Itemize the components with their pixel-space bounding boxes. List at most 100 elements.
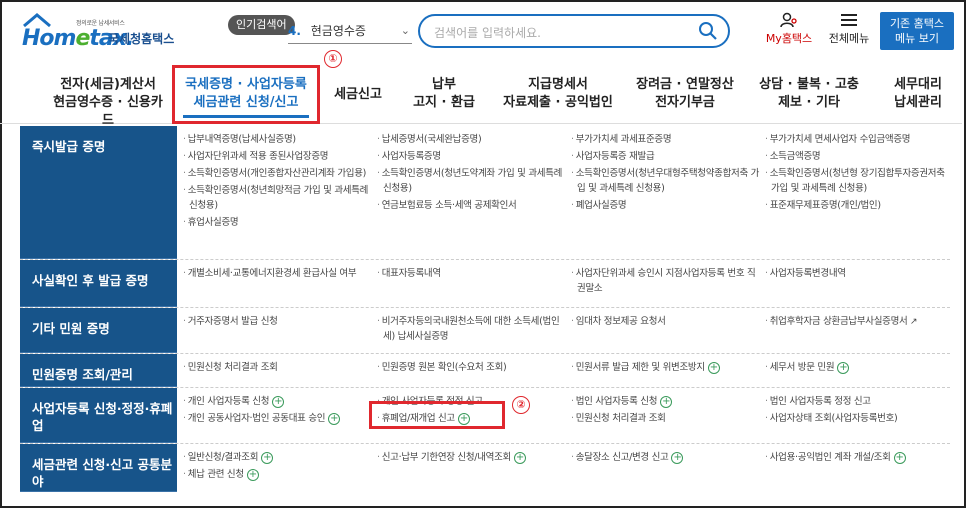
- expand-plus-icon[interactable]: +: [893, 452, 906, 464]
- menu-link[interactable]: 폐업사실증명: [571, 198, 761, 213]
- menu-link[interactable]: 체납 관련 신청+: [183, 467, 373, 482]
- menu-link[interactable]: 부가가치세 면세사업자 수입금액증명: [765, 132, 955, 147]
- full-menu-button[interactable]: 전체메뉴: [822, 12, 876, 52]
- column: 신고·납부 기한연장 신청/내역조회+: [377, 450, 567, 467]
- expand-plus-icon[interactable]: +: [837, 362, 850, 374]
- menu-link[interactable]: 납부내역증명(납세사실증명): [183, 132, 373, 147]
- menu-link[interactable]: 송달장소 신고/변경 신고+: [571, 450, 761, 465]
- menu-link[interactable]: 소득확인증명서(청년도약계좌 가입 및 과세특례 신청용): [377, 166, 567, 196]
- menu-link[interactable]: 거주자증명서 발급 신청: [183, 314, 373, 329]
- menu-link-label: 개인 사업자등록 신청: [187, 396, 270, 407]
- menu-link[interactable]: 휴업사실증명: [183, 215, 373, 230]
- hamburger-icon: [841, 14, 857, 26]
- expand-plus-icon[interactable]: +: [513, 452, 526, 464]
- menu-link[interactable]: 민원신청 처리결과 조회: [571, 411, 761, 426]
- search-placeholder: 검색어를 입력하세요.: [434, 26, 541, 40]
- column: 개별소비세·교통에너지환경세 환급사실 여부: [183, 266, 373, 283]
- column: 부가가치세 과세표준증명 사업자등록증 재발급 소득확인증명서(청년우대형주택청…: [571, 132, 761, 215]
- my-hometax-button[interactable]: My홈택스: [762, 12, 816, 52]
- table-row: 즉시발급 증명 납부내역증명(납세사실증명) 사업자단위과세 적용 종된사업장증…: [20, 126, 950, 260]
- menu-link[interactable]: 세무서 방문 민원+: [765, 360, 955, 375]
- expand-plus-icon[interactable]: +: [660, 396, 673, 408]
- old-hometax-menu-button[interactable]: 기존 홈택스 메뉴 보기: [880, 12, 954, 50]
- column: 임대차 정보제공 요청서: [571, 314, 761, 331]
- menu-link[interactable]: 민원신청 처리결과 조회: [183, 360, 373, 375]
- category-label: 사실확인 후 발급 증명: [20, 260, 177, 307]
- table-row: 세금관련 신청·신고 공통분야 일반신청/결과조회+ 체납 관련 신청+ 신고·…: [20, 444, 950, 492]
- menu-link[interactable]: 사업자단위과세 승인시 지점사업자등록 번호 직권말소: [571, 266, 761, 296]
- menu-link-label: 송달장소 신고/변경 신고: [575, 452, 669, 463]
- hometax-logo[interactable]: 정의로운 납세서비스 Hometax. 국세청홈택스: [18, 12, 188, 52]
- menu-link[interactable]: 소득확인증명서(청년형 장기집합투자증권저축 가입 및 과세특례 신청용): [765, 166, 955, 196]
- menu-link[interactable]: 소득금액증명: [765, 149, 955, 164]
- main-nav: 전자(세금)계산서 현금영수증 · 신용카드 국세증명 · 사업자등록 세금관련…: [0, 62, 962, 128]
- menu-link[interactable]: 사업자상태 조회(사업자등록번호): [765, 411, 955, 426]
- nav-e-invoice[interactable]: 전자(세금)계산서 현금영수증 · 신용카드: [48, 76, 168, 130]
- menu-link[interactable]: 사업용·공익법인 계좌 개설/조회+: [765, 450, 955, 465]
- menu-link[interactable]: 개별소비세·교통에너지환경세 환급사실 여부: [183, 266, 373, 281]
- expand-plus-icon[interactable]: +: [671, 452, 684, 464]
- menu-link[interactable]: 연금보험료등 소득·세액 공제확인서: [377, 198, 567, 213]
- expand-plus-icon[interactable]: +: [272, 396, 285, 408]
- nav-tax-agent[interactable]: 세무대리 납세관리: [878, 76, 958, 112]
- expand-plus-icon[interactable]: +: [707, 362, 720, 374]
- marker-2: ②: [512, 396, 530, 414]
- nav-tax-report[interactable]: 세금신고: [326, 86, 390, 104]
- column: 사업용·공익법인 계좌 개설/조회+: [765, 450, 955, 467]
- column: 민원증명 원본 확인(수요처 조회): [377, 360, 567, 377]
- popular-search-select[interactable]: 4. 현금영수증 ⌄: [288, 20, 412, 44]
- expand-plus-icon[interactable]: +: [246, 469, 259, 481]
- menu-link[interactable]: 법인 사업자등록 정정 신고: [765, 394, 955, 409]
- row-items: 개인 사업자등록 신청+ 개인 공동사업자·법인 공동대표 승인+ 개인 사업자…: [183, 388, 950, 443]
- row-items: 납부내역증명(납세사실증명) 사업자단위과세 적용 종된사업장증명 소득확인증명…: [183, 126, 950, 259]
- menu-link[interactable]: 민원서류 발급 제한 및 위변조방지+: [571, 360, 761, 375]
- menu-link[interactable]: 표준재무제표증명(개인/법인): [765, 198, 955, 213]
- menu-link[interactable]: 사업자등록변경내역: [765, 266, 955, 281]
- menu-link[interactable]: 임대차 정보제공 요청서: [571, 314, 761, 329]
- column: 송달장소 신고/변경 신고+: [571, 450, 761, 467]
- menu-link-label: 취업후학자금 상환금납부사실증명서: [769, 316, 908, 327]
- row-items: 개별소비세·교통에너지환경세 환급사실 여부 대표자등록내역 사업자단위과세 승…: [183, 260, 950, 307]
- menu-link[interactable]: 개인 사업자등록 신청+: [183, 394, 373, 409]
- category-label: 사업자등록 신청·정정·휴폐업: [20, 388, 177, 443]
- menu-link[interactable]: 소득확인증명서(청년희망적금 가입 및 과세특례 신청용): [183, 183, 373, 213]
- column: 법인 사업자등록 정정 신고 사업자상태 조회(사업자등록번호): [765, 394, 955, 428]
- search-input[interactable]: 검색어를 입력하세요.: [418, 14, 730, 48]
- nav-payment-statement[interactable]: 지급명세서 자료제출 · 공익법인: [498, 76, 618, 112]
- column: 개인 사업자등록 신청+ 개인 공동사업자·법인 공동대표 승인+: [183, 394, 373, 428]
- menu-link[interactable]: 민원증명 원본 확인(수요처 조회): [377, 360, 567, 375]
- menu-link[interactable]: 대표자등록내역: [377, 266, 567, 281]
- menu-link[interactable]: 비거주자등의국내원천소득에 대한 소득세(법인세) 납세사실증명: [377, 314, 567, 344]
- nav-label-1: 지급명세서: [528, 77, 588, 92]
- column: 납세증명서(국세완납증명) 사업자등록증명 소득확인증명서(청년도약계좌 가입 …: [377, 132, 567, 215]
- column: 사업자단위과세 승인시 지점사업자등록 번호 직권말소: [571, 266, 761, 298]
- row-items: 민원신청 처리결과 조회 민원증명 원본 확인(수요처 조회) 민원서류 발급 …: [183, 354, 950, 387]
- column: 납부내역증명(납세사실증명) 사업자단위과세 적용 종된사업장증명 소득확인증명…: [183, 132, 373, 232]
- menu-link[interactable]: 소득확인증명서(개인종합자산관리계좌 가입용): [183, 166, 373, 181]
- logo-subtitle: 국세청홈택스: [108, 32, 175, 46]
- menu-link[interactable]: 신고·납부 기한연장 신청/내역조회+: [377, 450, 567, 465]
- nav-payment[interactable]: 납부 고지 · 환급: [404, 76, 484, 112]
- menu-link[interactable]: 소득확인증명서(청년우대형주택청약종합저축 가입 및 과세특례 신청용): [571, 166, 761, 196]
- menu-link[interactable]: 부가가치세 과세표준증명: [571, 132, 761, 147]
- menu-link[interactable]: 취업후학자금 상환금납부사실증명서 ↗: [765, 314, 955, 330]
- expand-plus-icon[interactable]: +: [261, 452, 274, 464]
- popular-rank: 4.: [288, 24, 301, 38]
- menu-link[interactable]: 사업자등록증명: [377, 149, 567, 164]
- menu-link[interactable]: 사업자등록증 재발급: [571, 149, 761, 164]
- chevron-down-icon: ⌄: [400, 24, 410, 37]
- nav-incentive-settlement[interactable]: 장려금 · 연말정산 전자기부금: [630, 76, 740, 112]
- search-icon[interactable]: [698, 21, 718, 41]
- nav-label-1: 세금신고: [334, 87, 382, 102]
- category-label: 민원증명 조회/관리: [20, 354, 177, 387]
- column: 취업후학자금 상환금납부사실증명서 ↗: [765, 314, 955, 332]
- menu-link[interactable]: 사업자단위과세 적용 종된사업장증명: [183, 149, 373, 164]
- menu-link[interactable]: 법인 사업자등록 신청+: [571, 394, 761, 409]
- table-row: 기타 민원 증명 거주자증명서 발급 신청 비거주자등의국내원천소득에 대한 소…: [20, 308, 950, 354]
- menu-link[interactable]: 개인 공동사업자·법인 공동대표 승인+: [183, 411, 373, 426]
- nav-consulting[interactable]: 상담 · 불복 · 고충 제보 · 기타: [754, 76, 864, 112]
- menu-link[interactable]: 납세증명서(국세완납증명): [377, 132, 567, 147]
- nav-label-1: 장려금 · 연말정산: [636, 77, 734, 92]
- menu-link[interactable]: 일반신청/결과조회+: [183, 450, 373, 465]
- expand-plus-icon[interactable]: +: [328, 413, 341, 425]
